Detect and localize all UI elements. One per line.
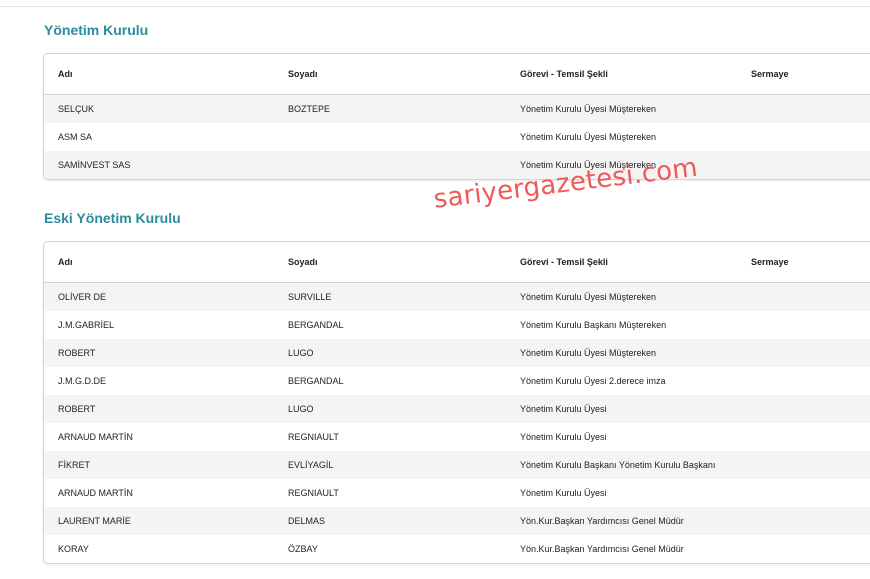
- header-soyadi: Soyadı: [288, 257, 318, 267]
- cell-adi: SAMİNVEST SAS: [58, 160, 131, 170]
- table-row: KORAY ÖZBAY Yön.Kur.Başkan Yardımcısı Ge…: [44, 535, 870, 563]
- cell-gorevi: Yönetim Kurulu Üyesi 2.derece imza: [520, 376, 666, 386]
- cell-adi: OLİVER DE: [58, 292, 107, 302]
- cell-gorevi: Yönetim Kurulu Üyesi Müştereken: [520, 348, 657, 358]
- header-gorevi: Görevi - Temsil Şekli: [520, 69, 608, 79]
- cell-gorevi: Yönetim Kurulu Üyesi Müştereken: [520, 292, 657, 302]
- table-row: ARNAUD MARTİN REGNIAULT Yönetim Kurulu Ü…: [44, 423, 870, 451]
- cell-soyadi: LUGO: [288, 404, 314, 414]
- cell-gorevi: Yönetim Kurulu Üyesi: [520, 432, 607, 442]
- header-adi: Adı: [58, 69, 73, 79]
- cell-soyadi: BOZTEPE: [288, 104, 331, 114]
- table-header: Adı Soyadı Görevi - Temsil Şekli Sermaye: [44, 242, 870, 283]
- table-row: ARNAUD MARTİN REGNIAULT Yönetim Kurulu Ü…: [44, 479, 870, 507]
- header-adi: Adı: [58, 257, 73, 267]
- cell-soyadi: REGNIAULT: [288, 432, 339, 442]
- cell-adi: KORAY: [58, 544, 89, 554]
- cell-adi: J.M.G.D.DE: [58, 376, 107, 386]
- table-row: LAURENT MARİE DELMAS Yön.Kur.Başkan Yard…: [44, 507, 870, 535]
- yonetim-kurulu-table: Adı Soyadı Görevi - Temsil Şekli Sermaye…: [43, 53, 870, 180]
- header-sermaye: Sermaye: [751, 257, 789, 267]
- top-divider: [0, 6, 870, 7]
- section-title-eski-yonetim-kurulu: Eski Yönetim Kurulu: [44, 210, 181, 226]
- cell-soyadi: REGNIAULT: [288, 488, 339, 498]
- table-row: J.M.GABRİEL BERGANDAL Yönetim Kurulu Baş…: [44, 311, 870, 339]
- table-row: OLİVER DE SURVILLE Yönetim Kurulu Üyesi …: [44, 283, 870, 311]
- cell-soyadi: DELMAS: [288, 516, 326, 526]
- page: Yönetim Kurulu Adı Soyadı Görevi - Temsi…: [0, 0, 870, 579]
- cell-adi: ROBERT: [58, 348, 96, 358]
- cell-soyadi: BERGANDAL: [288, 320, 344, 330]
- cell-adi: J.M.GABRİEL: [58, 320, 115, 330]
- section-title-yonetim-kurulu: Yönetim Kurulu: [44, 22, 149, 38]
- table-row: SAMİNVEST SAS Yönetim Kurulu Üyesi Müşte…: [44, 151, 870, 179]
- table-row: J.M.G.D.DE BERGANDAL Yönetim Kurulu Üyes…: [44, 367, 870, 395]
- table-header: Adı Soyadı Görevi - Temsil Şekli Sermaye: [44, 54, 870, 95]
- cell-gorevi: Yönetim Kurulu Üyesi Müştereken: [520, 132, 657, 142]
- cell-soyadi: BERGANDAL: [288, 376, 344, 386]
- cell-adi: ASM SA: [58, 132, 93, 142]
- cell-gorevi: Yönetim Kurulu Üyesi: [520, 404, 607, 414]
- cell-gorevi: Yön.Kur.Başkan Yardımcısı Genel Müdür: [520, 516, 684, 526]
- eski-yonetim-kurulu-table: Adı Soyadı Görevi - Temsil Şekli Sermaye…: [43, 241, 870, 564]
- cell-soyadi: SURVILLE: [288, 292, 332, 302]
- cell-gorevi: Yönetim Kurulu Başkanı Müştereken: [520, 320, 667, 330]
- cell-soyadi: LUGO: [288, 348, 314, 358]
- table-row: ROBERT LUGO Yönetim Kurulu Üyesi: [44, 395, 870, 423]
- cell-soyadi: EVLİYAGİL: [288, 460, 334, 470]
- header-soyadi: Soyadı: [288, 69, 318, 79]
- cell-adi: SELÇUK: [58, 104, 95, 114]
- table-row: ROBERT LUGO Yönetim Kurulu Üyesi Müştere…: [44, 339, 870, 367]
- cell-soyadi: ÖZBAY: [288, 544, 318, 554]
- table-row: FİKRET EVLİYAGİL Yönetim Kurulu Başkanı …: [44, 451, 870, 479]
- cell-adi: LAURENT MARİE: [58, 516, 131, 526]
- cell-adi: ARNAUD MARTİN: [58, 432, 133, 442]
- cell-gorevi: Yön.Kur.Başkan Yardımcısı Genel Müdür: [520, 544, 684, 554]
- table-row: SELÇUK BOZTEPE Yönetim Kurulu Üyesi Müşt…: [44, 95, 870, 123]
- cell-adi: FİKRET: [58, 460, 91, 470]
- cell-gorevi: Yönetim Kurulu Üyesi Müştereken: [520, 104, 657, 114]
- table-row: ASM SA Yönetim Kurulu Üyesi Müştereken: [44, 123, 870, 151]
- header-sermaye: Sermaye: [751, 69, 789, 79]
- cell-gorevi: Yönetim Kurulu Üyesi: [520, 488, 607, 498]
- cell-adi: ROBERT: [58, 404, 96, 414]
- header-gorevi: Görevi - Temsil Şekli: [520, 257, 608, 267]
- cell-gorevi: Yönetim Kurulu Başkanı Yönetim Kurulu Ba…: [520, 460, 716, 470]
- cell-adi: ARNAUD MARTİN: [58, 488, 133, 498]
